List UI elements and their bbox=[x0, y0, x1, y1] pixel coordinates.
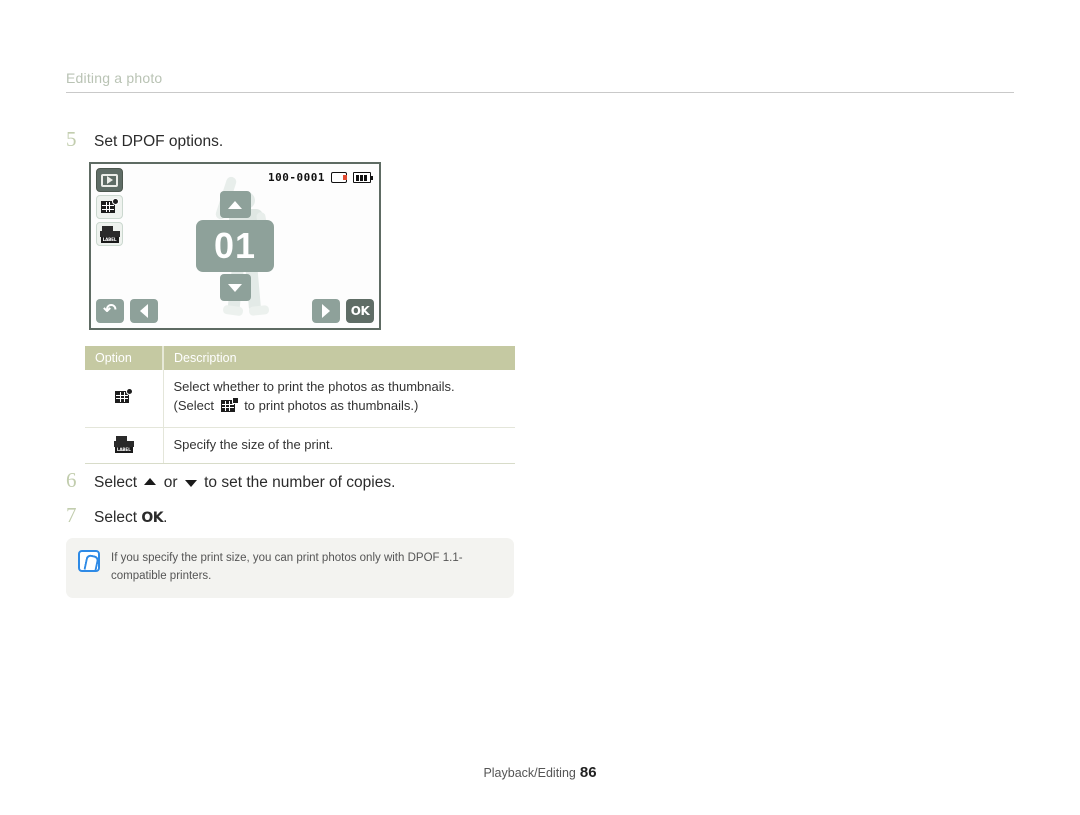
ok-button[interactable]: OK bbox=[346, 299, 374, 323]
copies-increase-button[interactable] bbox=[219, 191, 251, 218]
index-print-checked-icon bbox=[220, 396, 239, 419]
step-5-text: Set DPOF options. bbox=[94, 133, 224, 150]
row-icon-index-print bbox=[85, 370, 164, 428]
step-7-text-after: . bbox=[163, 509, 168, 526]
battery-full-icon bbox=[353, 172, 373, 183]
desc-line-1: Specify the size of the print. bbox=[173, 436, 334, 452]
chevron-up-glyph bbox=[144, 478, 157, 486]
footer-section: Playback/Editing bbox=[483, 766, 576, 780]
lcd-left-icon-column: LABEL bbox=[96, 168, 123, 246]
manual-page: Editing a photo 5 Set DPOF options. 100-… bbox=[0, 0, 1080, 815]
index-print-icon[interactable] bbox=[96, 195, 123, 219]
step-7-number: 7 bbox=[66, 503, 77, 527]
step-6-text-before: Select bbox=[94, 474, 142, 491]
copies-decrease-button[interactable] bbox=[219, 274, 251, 301]
step-7: 7 Select OK. bbox=[66, 503, 167, 528]
table-header-row: Option Description bbox=[85, 346, 515, 370]
step-7-text: Select OK. bbox=[94, 509, 167, 527]
step-6-text-after: to set the number of copies. bbox=[199, 474, 396, 491]
table-row: LABEL Specify the size of the print. bbox=[85, 427, 515, 464]
desc-line-1: Select whether to print the photos as th… bbox=[173, 379, 455, 394]
note-box: If you specify the print size, you can p… bbox=[66, 538, 514, 598]
copies-value: 01 bbox=[196, 220, 274, 272]
back-icon[interactable]: ↶ bbox=[96, 299, 124, 323]
note-text: If you specify the print size, you can p… bbox=[111, 552, 463, 582]
section-title: Editing a photo bbox=[66, 70, 163, 86]
memory-card-icon bbox=[331, 172, 347, 183]
ok-label: OK bbox=[141, 510, 164, 526]
step-7-text-before: Select bbox=[94, 509, 142, 526]
print-size-icon[interactable]: LABEL bbox=[96, 222, 123, 246]
camera-lcd-screen: 100-0001 LABEL 01 ↶ OK bbox=[89, 162, 381, 330]
lcd-bottom-left-buttons: ↶ bbox=[96, 299, 158, 323]
step-5: 5 Set DPOF options. bbox=[66, 127, 223, 152]
header-divider bbox=[66, 92, 1014, 93]
step-6: 6 Select or to set the number of copies. bbox=[66, 468, 395, 493]
lcd-bottom-right-buttons: OK bbox=[312, 299, 374, 323]
step-6-text-mid: or bbox=[159, 474, 182, 491]
options-table: Option Description Select whether to pri… bbox=[85, 346, 515, 464]
table-row: Select whether to print the photos as th… bbox=[85, 370, 515, 428]
step-6-number: 6 bbox=[66, 468, 77, 492]
file-number: 100-0001 bbox=[268, 171, 325, 184]
row-description-index-print: Select whether to print the photos as th… bbox=[163, 370, 515, 428]
note-pen-icon bbox=[78, 550, 100, 572]
lcd-top-info: 100-0001 bbox=[268, 171, 373, 184]
next-icon[interactable] bbox=[312, 299, 340, 323]
row-icon-print-size: LABEL bbox=[85, 427, 164, 464]
table-header-option: Option bbox=[85, 346, 164, 370]
page-header: Editing a photo bbox=[66, 70, 1014, 93]
table-header-description: Description bbox=[163, 346, 515, 370]
copies-counter: 01 bbox=[196, 191, 274, 301]
playback-mode-icon[interactable] bbox=[96, 168, 123, 192]
footer-page-number: 86 bbox=[579, 764, 597, 781]
previous-icon[interactable] bbox=[130, 299, 158, 323]
row-description-print-size: Specify the size of the print. bbox=[163, 427, 515, 464]
desc-suffix: to print photos as thumbnails.) bbox=[240, 397, 419, 413]
step-6-text: Select or to set the number of copies. bbox=[94, 474, 395, 492]
desc-prefix: (Select bbox=[173, 397, 218, 413]
step-5-number: 5 bbox=[66, 127, 77, 151]
desc-line-2: (Select to print photos as thumbnails.) bbox=[173, 396, 506, 419]
page-footer: Playback/Editing 86 bbox=[0, 764, 1080, 781]
chevron-down-glyph bbox=[184, 480, 197, 488]
